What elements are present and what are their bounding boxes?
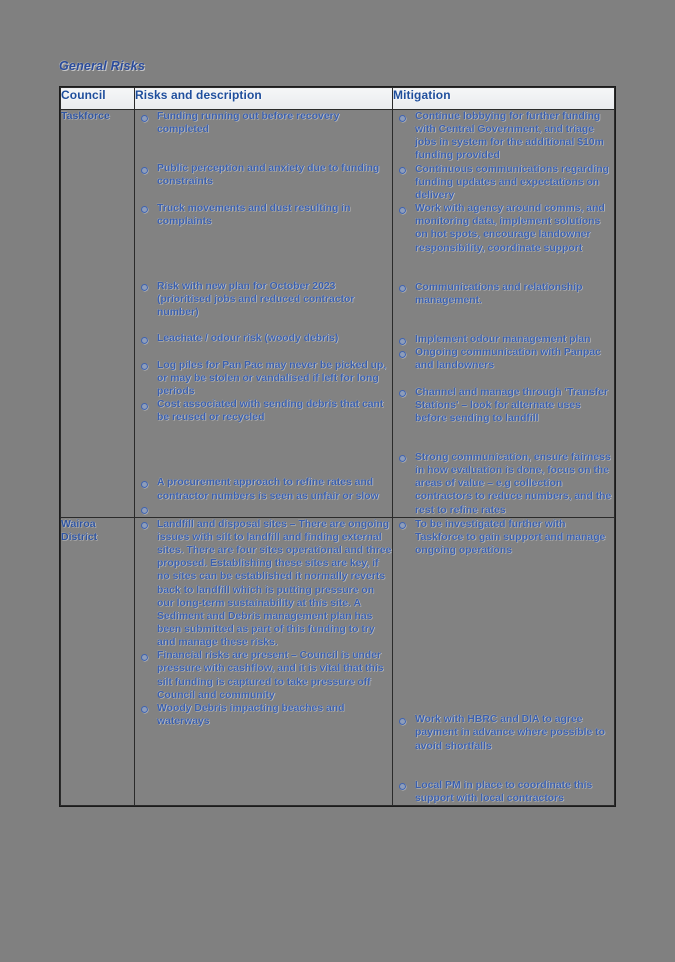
mitigation-item: Ongoing communication with Panpac and la…: [393, 346, 614, 372]
table-row: Taskforce Funding running out before rec…: [60, 109, 615, 518]
risk-table-container: Council Risks and description Mitigation…: [60, 87, 615, 807]
risk-item: Log piles for Pan Pac may never be picke…: [135, 359, 392, 398]
document-page: { "document": { "heading": "General Risk…: [0, 0, 675, 962]
risk-item-empty: [135, 503, 392, 515]
table-row: Wairoa District Landfill and disposal si…: [60, 516, 615, 807]
mitigation-item: To be investigated further with Taskforc…: [393, 518, 614, 557]
mitigation-bullet-list: To be investigated further with Taskforc…: [393, 518, 614, 805]
cell-council: Taskforce: [60, 109, 135, 518]
risk-item: Funding running out before recovery comp…: [135, 110, 392, 136]
table-header: Council Risks and description Mitigation: [60, 87, 615, 110]
column-header-mitigation: Mitigation: [392, 87, 615, 110]
table-header-row: Council Risks and description Mitigation: [60, 87, 615, 110]
column-header-council: Council: [60, 87, 135, 110]
council-name: Wairoa District: [61, 517, 98, 544]
cell-risks: Landfill and disposal sites – There are …: [134, 516, 393, 807]
risks-bullet-list: Landfill and disposal sites – There are …: [135, 518, 392, 729]
council-name: Taskforce: [61, 110, 110, 122]
mitigation-item: Implement odour management plan: [393, 333, 614, 346]
risk-item: A procurement approach to refine rates a…: [135, 476, 392, 502]
general-risks-table: Council Risks and description Mitigation…: [60, 87, 615, 807]
mitigation-item: Channel and manage through 'Transfer Sta…: [393, 386, 614, 425]
mitigation-item: Work with HBRC and DIA to agree payment …: [393, 713, 614, 752]
cell-mitigation: Continue lobbying for further funding wi…: [392, 109, 615, 518]
column-header-mitigation-label: Mitigation: [393, 88, 451, 102]
mitigation-item: Continue lobbying for further funding wi…: [393, 110, 614, 163]
risk-item: Landfill and disposal sites – There are …: [135, 518, 392, 650]
risk-item: Cost associated with sending debris that…: [135, 398, 392, 424]
mitigation-item: Continuous communications regarding fund…: [393, 163, 614, 202]
risk-item: Woody Debris impacting beaches and water…: [135, 702, 392, 728]
cell-council: Wairoa District: [60, 516, 135, 807]
mitigation-bullet-list: Continue lobbying for further funding wi…: [393, 110, 614, 517]
page-title: General Risks: [59, 59, 145, 73]
column-header-council-label: Council: [61, 88, 106, 102]
mitigation-item: Work with agency around comms, and monit…: [393, 202, 614, 255]
column-header-risks: Risks and description: [134, 87, 393, 110]
mitigation-item: Strong communication, ensure fairness in…: [393, 451, 614, 517]
cell-risks: Funding running out before recovery comp…: [134, 109, 393, 518]
table-body: Taskforce Funding running out before rec…: [60, 109, 615, 807]
mitigation-item: Communications and relationship manageme…: [393, 281, 614, 307]
column-header-risks-label: Risks and description: [135, 88, 262, 102]
risk-item: Risk with new plan for October 2023 (pri…: [135, 280, 392, 319]
risks-bullet-list: Funding running out before recovery comp…: [135, 110, 392, 515]
cell-mitigation: To be investigated further with Taskforc…: [392, 516, 615, 807]
risk-item: Truck movements and dust resulting in co…: [135, 202, 392, 228]
risk-item: Financial risks are present – Council is…: [135, 649, 392, 702]
mitigation-item: Local PM in place to coordinate this sup…: [393, 779, 614, 805]
risk-item: Public perception and anxiety due to fun…: [135, 162, 392, 188]
risk-item: Leachate / odour risk (woody debris): [135, 332, 392, 345]
